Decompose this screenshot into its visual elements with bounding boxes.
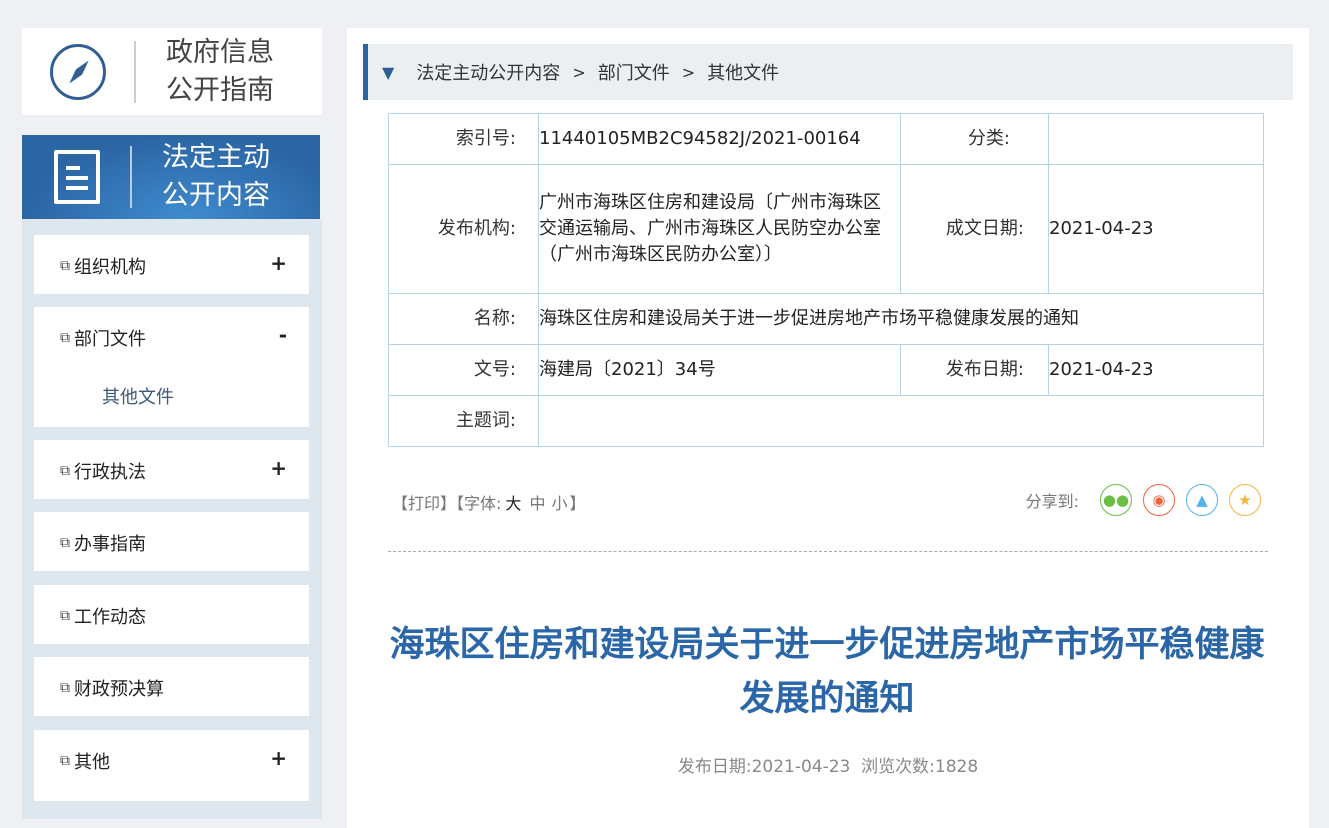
expand-toggle[interactable]: +	[270, 251, 287, 275]
expand-toggle[interactable]: +	[270, 456, 287, 480]
sidebar-subitem-other-files[interactable]: 其他文件	[102, 383, 174, 409]
chevron-right-icon: >	[572, 62, 586, 82]
article-meta: 发布日期:2021-04-23 浏览次数:1828	[347, 752, 1309, 777]
created-date-label: 成文日期:	[900, 164, 1049, 294]
created-date-value: 2021-04-23	[1048, 164, 1264, 294]
font-large-button[interactable]: 大	[505, 494, 521, 513]
logo-line1: 政府信息	[166, 36, 274, 68]
sidebar-item-dept-files[interactable]: ⧉ 部门文件 - 其他文件	[34, 307, 309, 427]
sidebar-item-label: 工作动态	[74, 607, 146, 628]
article-title: 海珠区住房和建设局关于进一步促进房地产市场平稳健康发展的通知	[389, 625, 1265, 719]
sidebar-item-label: 其他	[74, 752, 110, 773]
index-label: 索引号:	[388, 113, 539, 165]
keywords-value	[538, 395, 1264, 447]
keywords-label: 主题词:	[388, 395, 539, 447]
info-guide-link[interactable]: 政府信息 公开指南	[22, 28, 322, 115]
doc-number-label: 文号:	[388, 344, 539, 396]
article-tools: 【打印】【字体: 大中小】	[392, 490, 585, 514]
breadcrumb-link[interactable]: 法定主动公开内容	[416, 59, 560, 85]
pages-icon: ⧉	[60, 330, 70, 346]
sidebar-item-label: 办事指南	[74, 534, 146, 555]
breadcrumb-link[interactable]: 部门文件	[598, 59, 670, 85]
location-pin-icon: ▼	[382, 62, 395, 82]
compass-icon	[50, 43, 106, 100]
publish-date-label: 发布日期:	[900, 344, 1049, 396]
chevron-right-icon: >	[681, 62, 696, 82]
pages-icon: ⧉	[60, 680, 70, 696]
sidebar-item-other[interactable]: ⧉ 其他 +	[34, 730, 309, 801]
publisher-value: 广州市海珠区住房和建设局〔广州市海珠区交通运输局、广州市海珠区人民防空办公室（广…	[538, 164, 901, 294]
section-line2: 公开内容	[162, 180, 270, 211]
document-icon	[54, 150, 100, 204]
pages-icon: ⧉	[60, 463, 70, 479]
divider	[388, 551, 1268, 552]
date-label: 发布日期:	[677, 757, 752, 777]
font-small-button[interactable]: 小	[551, 494, 567, 513]
sidebar-item-news[interactable]: ⧉ 工作动态	[34, 585, 309, 644]
sidebar-item-label: 组织机构	[74, 257, 146, 278]
breadcrumb-current[interactable]: 其他文件	[707, 59, 779, 85]
collapse-toggle[interactable]: -	[279, 323, 287, 347]
section-line1: 法定主动	[162, 142, 270, 173]
sidebar-item-guide[interactable]: ⧉ 办事指南	[34, 512, 309, 571]
logo-line2: 公开指南	[166, 74, 274, 106]
document-info-table: 索引号: 11440105MB2C94582J/2021-00164 分类: 发布机…	[388, 113, 1264, 447]
main-content: ▼ 法定主动公开内容 > 部门文件 > 其他文件 索引号: 11440105MB2C9…	[347, 28, 1309, 828]
pages-icon: ⧉	[60, 258, 70, 274]
divider	[130, 146, 132, 208]
wechat-icon[interactable]: ●●	[1100, 484, 1132, 516]
sidebar-item-label: 财政预决算	[74, 679, 164, 700]
index-value: 11440105MB2C94582J/2021-00164	[538, 113, 901, 165]
views-value: 1828	[934, 757, 979, 777]
section-header[interactable]: 法定主动 公开内容	[22, 135, 320, 219]
pages-icon: ⧉	[60, 753, 70, 769]
category-label: 分类:	[900, 113, 1049, 165]
share-label: 分享到:	[1025, 492, 1079, 511]
print-button[interactable]: 【打印】	[392, 494, 456, 513]
sidebar-item-org[interactable]: ⧉ 组织机构 +	[34, 235, 309, 294]
views-label: 浏览次数:	[861, 757, 935, 777]
date-value: 2021-04-23	[751, 757, 851, 777]
pages-icon: ⧉	[60, 535, 70, 551]
share-bar: 分享到: ●● ◉ ▲ ★	[1026, 484, 1261, 516]
divider	[134, 40, 136, 103]
doc-number-value: 海建局〔2021〕34号	[538, 344, 901, 396]
expand-toggle[interactable]: +	[270, 746, 287, 770]
font-size-label: 【字体:	[456, 494, 502, 513]
pages-icon: ⧉	[60, 608, 70, 624]
font-size-end: 】	[569, 494, 586, 513]
publish-date-value: 2021-04-23	[1048, 344, 1264, 396]
sidebar-item-label: 行政执法	[74, 462, 146, 483]
sidebar-item-label: 部门文件	[74, 329, 146, 350]
name-value: 海珠区住房和建设局关于进一步促进房地产市场平稳健康发展的通知	[538, 293, 1264, 345]
sidebar-item-enforcement[interactable]: ⧉ 行政执法 +	[34, 440, 309, 499]
category-value	[1048, 113, 1264, 165]
font-medium-button[interactable]: 中	[529, 494, 545, 513]
qq-icon[interactable]: ▲	[1186, 484, 1218, 516]
breadcrumb: ▼ 法定主动公开内容 > 部门文件 > 其他文件	[363, 44, 1293, 100]
sidebar: ⧉ 组织机构 + ⧉ 部门文件 - 其他文件 ⧉ 行政执法 + ⧉ 办事指南 ⧉ 工作动态 ⧉ 财政…	[22, 219, 322, 819]
weibo-icon[interactable]: ◉	[1143, 484, 1175, 516]
name-label: 名称:	[388, 293, 539, 345]
qzone-icon[interactable]: ★	[1229, 484, 1261, 516]
sidebar-item-budget[interactable]: ⧉ 财政预决算	[34, 657, 309, 716]
publisher-label: 发布机构:	[388, 164, 539, 294]
